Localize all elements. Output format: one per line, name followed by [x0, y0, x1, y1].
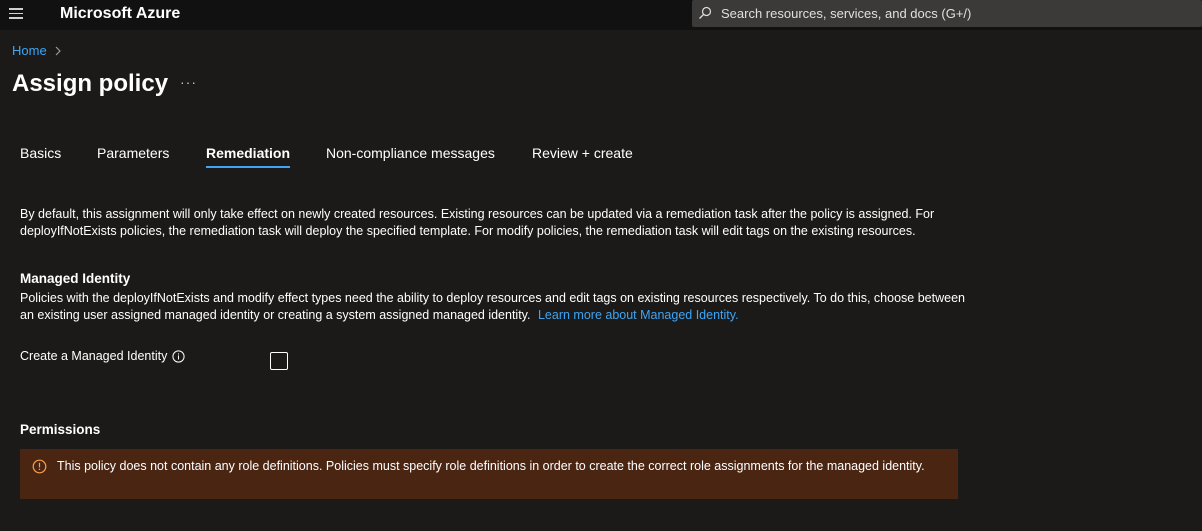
page-title: Assign policy: [12, 70, 169, 97]
chevron-right-icon: [55, 46, 61, 55]
hamburger-menu-icon[interactable]: [9, 8, 23, 20]
learn-more-managed-identity-link[interactable]: Learn more about Managed Identity.: [538, 308, 739, 322]
search-icon: [699, 6, 712, 19]
search-input[interactable]: Search resources, services, and docs (G+…: [692, 0, 1202, 27]
tab-basics[interactable]: Basics: [20, 145, 61, 167]
permissions-warning-banner: This policy does not contain any role de…: [20, 449, 958, 499]
managed-identity-description: Policies with the deployIfNotExists and …: [20, 290, 980, 324]
remediation-description: By default, this assignment will only ta…: [20, 207, 935, 238]
permissions-heading: Permissions: [20, 422, 101, 437]
search-placeholder: Search resources, services, and docs (G+…: [721, 6, 972, 21]
warning-icon: [32, 459, 47, 474]
breadcrumb-home-link[interactable]: Home: [12, 43, 47, 58]
create-managed-identity-label: Create a Managed Identity: [20, 349, 185, 363]
tab-remediation[interactable]: Remediation: [206, 145, 291, 168]
permissions-warning-text: This policy does not contain any role de…: [57, 459, 925, 473]
tab-review-create[interactable]: Review + create: [532, 145, 633, 167]
brand-title[interactable]: Microsoft Azure: [60, 5, 180, 23]
tab-parameters[interactable]: Parameters: [97, 145, 169, 167]
top-bar: Microsoft Azure Search resources, servic…: [0, 0, 1202, 30]
more-options-button[interactable]: ···: [180, 74, 197, 90]
managed-identity-heading: Managed Identity: [20, 271, 131, 286]
breadcrumb: Home: [12, 43, 61, 58]
create-managed-identity-checkbox[interactable]: [270, 352, 288, 370]
info-icon[interactable]: [172, 349, 185, 363]
managed-identity-text: Policies with the deployIfNotExists and …: [20, 291, 965, 322]
create-managed-identity-text: Create a Managed Identity: [20, 349, 168, 363]
tab-non-compliance-messages[interactable]: Non-compliance messages: [326, 145, 495, 167]
